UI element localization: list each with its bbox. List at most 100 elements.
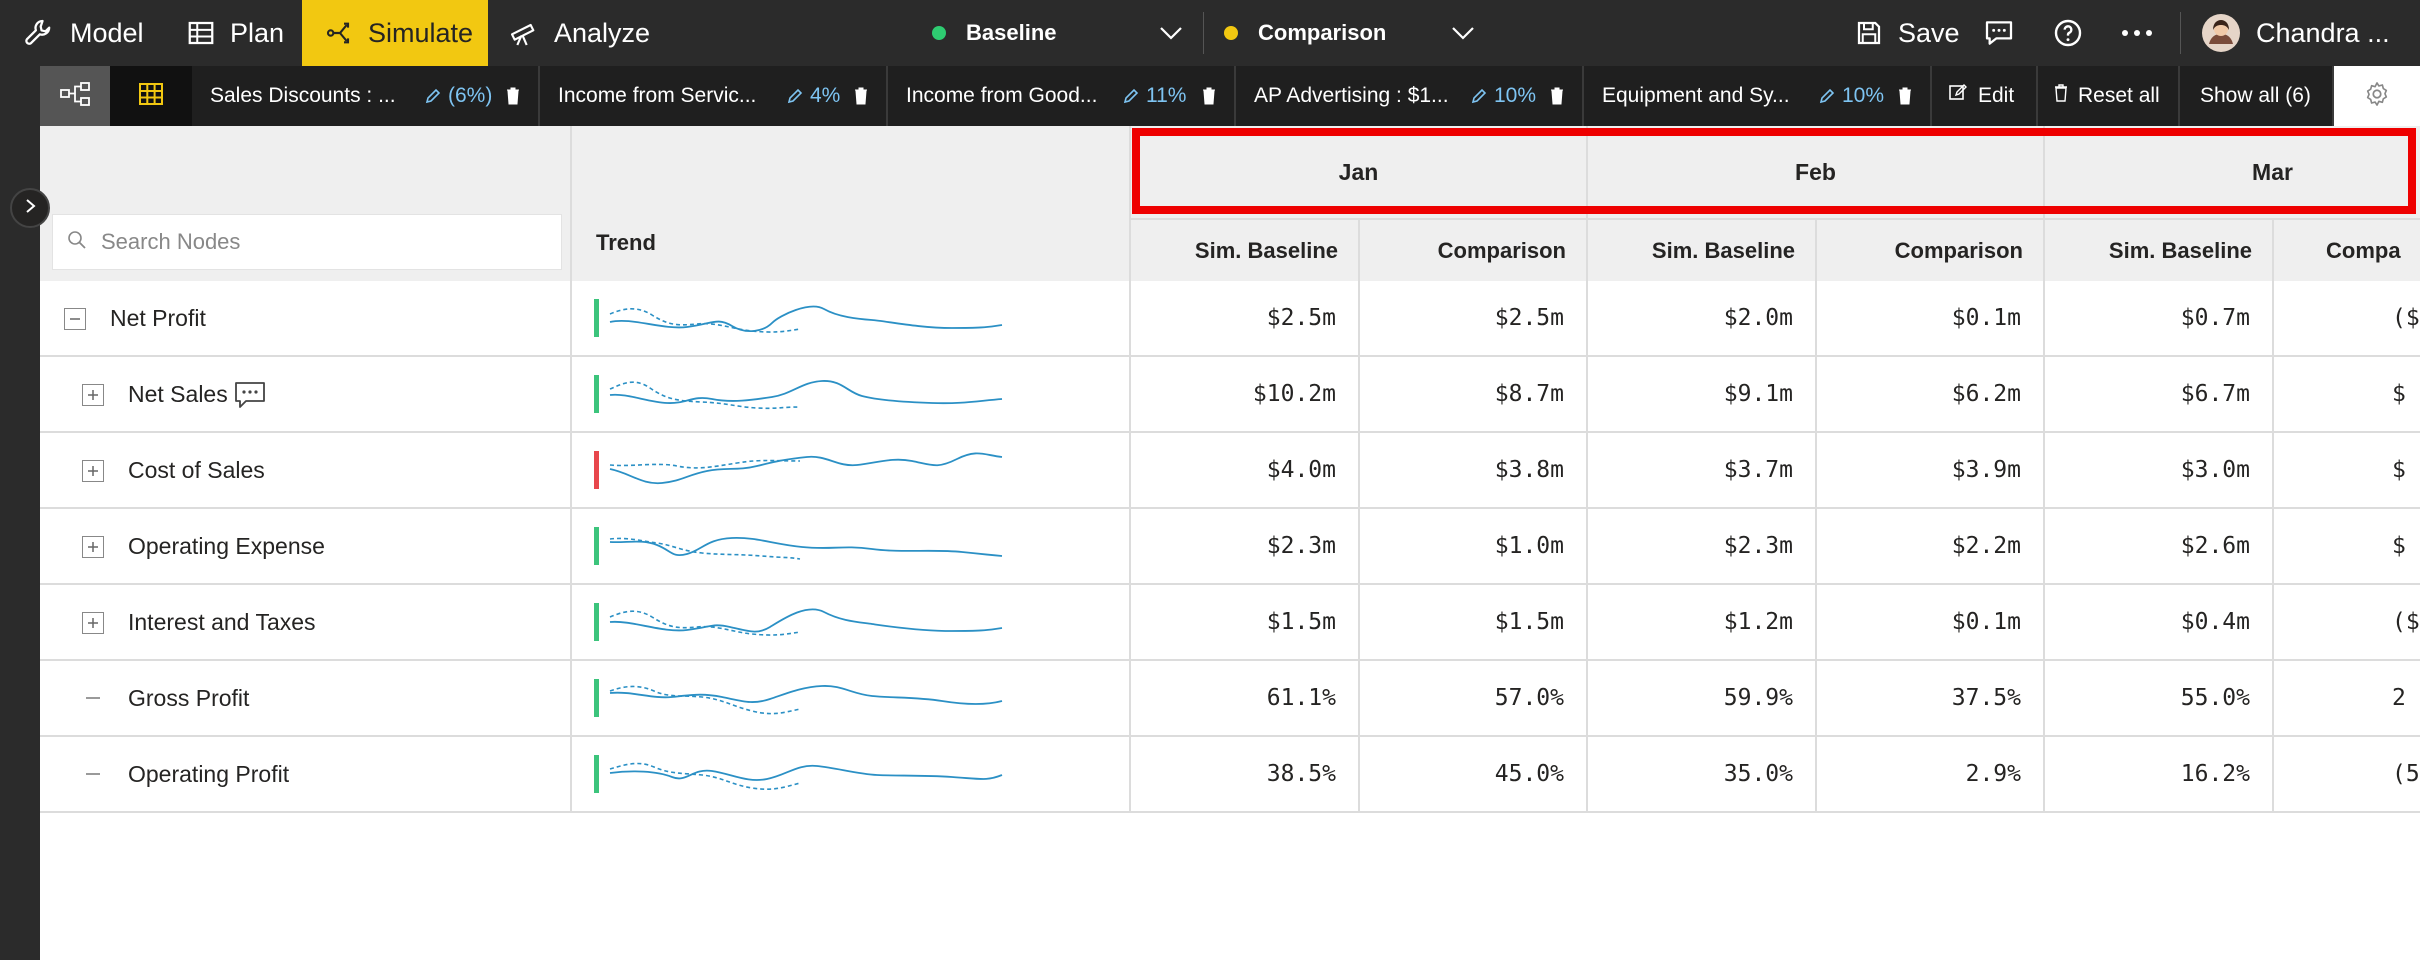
analyze-tab[interactable]: Analyze	[508, 0, 658, 66]
user-profile-menu[interactable]: Chandra ...	[2202, 0, 2418, 66]
value-cell[interactable]: $10.2m	[1131, 357, 1360, 431]
filter-chip-value[interactable]: 10%	[1818, 66, 1884, 126]
value-cell[interactable]: $1.0m	[1360, 509, 1588, 583]
value-cell[interactable]: $3.9m	[1817, 433, 2045, 507]
month-header-feb[interactable]: Feb	[1588, 126, 2045, 218]
trash-icon[interactable]	[506, 87, 520, 111]
value-cell[interactable]: (5	[2274, 737, 2420, 811]
value-cell[interactable]: $1.2m	[1588, 585, 1817, 659]
table-row[interactable]: Interest and Taxes $1.5m $1.5m $1.2m $0.…	[40, 585, 2420, 661]
comparison-scenario-dropdown[interactable]: Comparison	[1224, 0, 1480, 66]
trash-icon[interactable]	[854, 87, 868, 111]
simulate-tab[interactable]: Simulate	[302, 0, 488, 66]
table-row[interactable]: Net Sales $10.2m $8.7m $9.1m $6.2m $6.7m…	[40, 357, 2420, 433]
value-cell[interactable]: $	[2274, 357, 2420, 431]
column-header-sim-baseline[interactable]: Sim. Baseline	[1131, 218, 1360, 281]
filter-chip-value[interactable]: 11%	[1122, 66, 1186, 126]
value-cell[interactable]: 2	[2274, 661, 2420, 735]
value-cell[interactable]: $0.1m	[1817, 585, 2045, 659]
value-cell[interactable]: $2.5m	[1131, 281, 1360, 355]
value-cell[interactable]: $2.6m	[2045, 509, 2274, 583]
filter-chip-value[interactable]: 10%	[1470, 66, 1536, 126]
comments-button[interactable]	[1982, 0, 2022, 66]
settings-button[interactable]	[2334, 66, 2420, 126]
trash-icon[interactable]	[1202, 87, 1216, 111]
value-cell[interactable]: $0.4m	[2045, 585, 2274, 659]
trash-icon[interactable]	[1898, 87, 1912, 111]
month-header-mar[interactable]: Mar	[2045, 126, 2420, 218]
value-cell[interactable]: $6.7m	[2045, 357, 2274, 431]
table-row[interactable]: Gross Profit 61.1% 57.0% 59.9% 37.5% 55.…	[40, 661, 2420, 737]
value-cell[interactable]: $	[2274, 509, 2420, 583]
expand-panel-button[interactable]	[10, 188, 50, 228]
value-cell[interactable]: $2.0m	[1588, 281, 1817, 355]
baseline-scenario-dropdown[interactable]: Baseline	[932, 0, 1188, 66]
filter-chip-value[interactable]: (6%)	[424, 66, 492, 126]
expand-button[interactable]	[82, 384, 104, 406]
search-box[interactable]	[52, 214, 562, 270]
reset-all-button[interactable]: Reset all	[2038, 66, 2180, 126]
value-cell[interactable]: 35.0%	[1588, 737, 1817, 811]
value-cell[interactable]: 16.2%	[2045, 737, 2274, 811]
table-row[interactable]: Cost of Sales $4.0m $3.8m $3.7m $3.9m $3…	[40, 433, 2420, 509]
value-cell[interactable]: 45.0%	[1360, 737, 1588, 811]
search-input[interactable]	[101, 229, 541, 255]
value-cell[interactable]: $3.8m	[1360, 433, 1588, 507]
value-cell[interactable]: ($6	[2274, 585, 2420, 659]
filter-chip-sales-discounts[interactable]: Sales Discounts : ... (6%)	[192, 66, 540, 126]
value-cell[interactable]: 55.0%	[2045, 661, 2274, 735]
expand-button[interactable]	[82, 536, 104, 558]
value-cell[interactable]: $1.5m	[1360, 585, 1588, 659]
value-cell[interactable]: $0.7m	[2045, 281, 2274, 355]
collapse-button[interactable]	[64, 308, 86, 330]
expand-button[interactable]	[82, 460, 104, 482]
comment-icon[interactable]	[234, 381, 266, 414]
filter-chip-ap-advertising[interactable]: AP Advertising : $1... 10%	[1236, 66, 1584, 126]
value-cell[interactable]: $3.0m	[2045, 433, 2274, 507]
value-cell[interactable]: $9.1m	[1588, 357, 1817, 431]
value-cell[interactable]: $0.1m	[1817, 281, 2045, 355]
edit-filters-button[interactable]: Edit	[1932, 66, 2038, 126]
column-header-sim-baseline[interactable]: Sim. Baseline	[1588, 218, 1817, 281]
save-button[interactable]: Save	[1854, 0, 1960, 66]
value-cell[interactable]: ($6	[2274, 281, 2420, 355]
expand-button[interactable]	[82, 612, 104, 634]
value-cell[interactable]: $2.5m	[1360, 281, 1588, 355]
trend-sparkline	[609, 685, 1003, 715]
value-cell[interactable]: $6.2m	[1817, 357, 2045, 431]
column-header-comparison[interactable]: Comparison	[1360, 218, 1588, 281]
column-header-sim-baseline[interactable]: Sim. Baseline	[2045, 218, 2274, 281]
value-cell[interactable]: 2.9%	[1817, 737, 2045, 811]
value-cell[interactable]: $8.7m	[1360, 357, 1588, 431]
filter-chip-value[interactable]: 4%	[786, 66, 840, 126]
value-cell[interactable]: $2.2m	[1817, 509, 2045, 583]
filter-chip-income-services[interactable]: Income from Servic... 4%	[540, 66, 888, 126]
table-row[interactable]: Net Profit $2.5m $2.5m $2.0m $0.1m $0.7m…	[40, 281, 2420, 357]
value-cell[interactable]: $	[2274, 433, 2420, 507]
value-cell[interactable]: $3.7m	[1588, 433, 1817, 507]
show-all-button[interactable]: Show all (6)	[2180, 66, 2334, 126]
value-cell[interactable]: $4.0m	[1131, 433, 1360, 507]
value-cell[interactable]: $1.5m	[1131, 585, 1360, 659]
trash-icon[interactable]	[1550, 87, 1564, 111]
value-cell[interactable]: $2.3m	[1588, 509, 1817, 583]
column-header-comparison[interactable]: Compa	[2274, 218, 2420, 281]
value-cell[interactable]: 61.1%	[1131, 661, 1360, 735]
value-cell[interactable]: 59.9%	[1588, 661, 1817, 735]
filter-chip-equipment-systems[interactable]: Equipment and Sy... 10%	[1584, 66, 1932, 126]
more-options-button[interactable]	[2120, 0, 2160, 66]
column-header-comparison[interactable]: Comparison	[1817, 218, 2045, 281]
filter-chip-income-goods[interactable]: Income from Good... 11%	[888, 66, 1236, 126]
month-header-jan[interactable]: Jan	[1131, 126, 1588, 218]
table-row[interactable]: Operating Profit 38.5% 45.0% 35.0% 2.9% …	[40, 737, 2420, 813]
value-cell[interactable]: $2.3m	[1131, 509, 1360, 583]
value-cell[interactable]: 37.5%	[1817, 661, 2045, 735]
grid-view-button[interactable]	[110, 66, 192, 126]
plan-tab[interactable]: Plan	[186, 0, 296, 66]
table-row[interactable]: Operating Expense $2.3m $1.0m $2.3m $2.2…	[40, 509, 2420, 585]
help-button[interactable]	[2052, 0, 2088, 66]
model-tab[interactable]: Model	[22, 0, 182, 66]
value-cell[interactable]: 57.0%	[1360, 661, 1588, 735]
value-cell[interactable]: 38.5%	[1131, 737, 1360, 811]
model-view-button[interactable]	[40, 66, 110, 126]
